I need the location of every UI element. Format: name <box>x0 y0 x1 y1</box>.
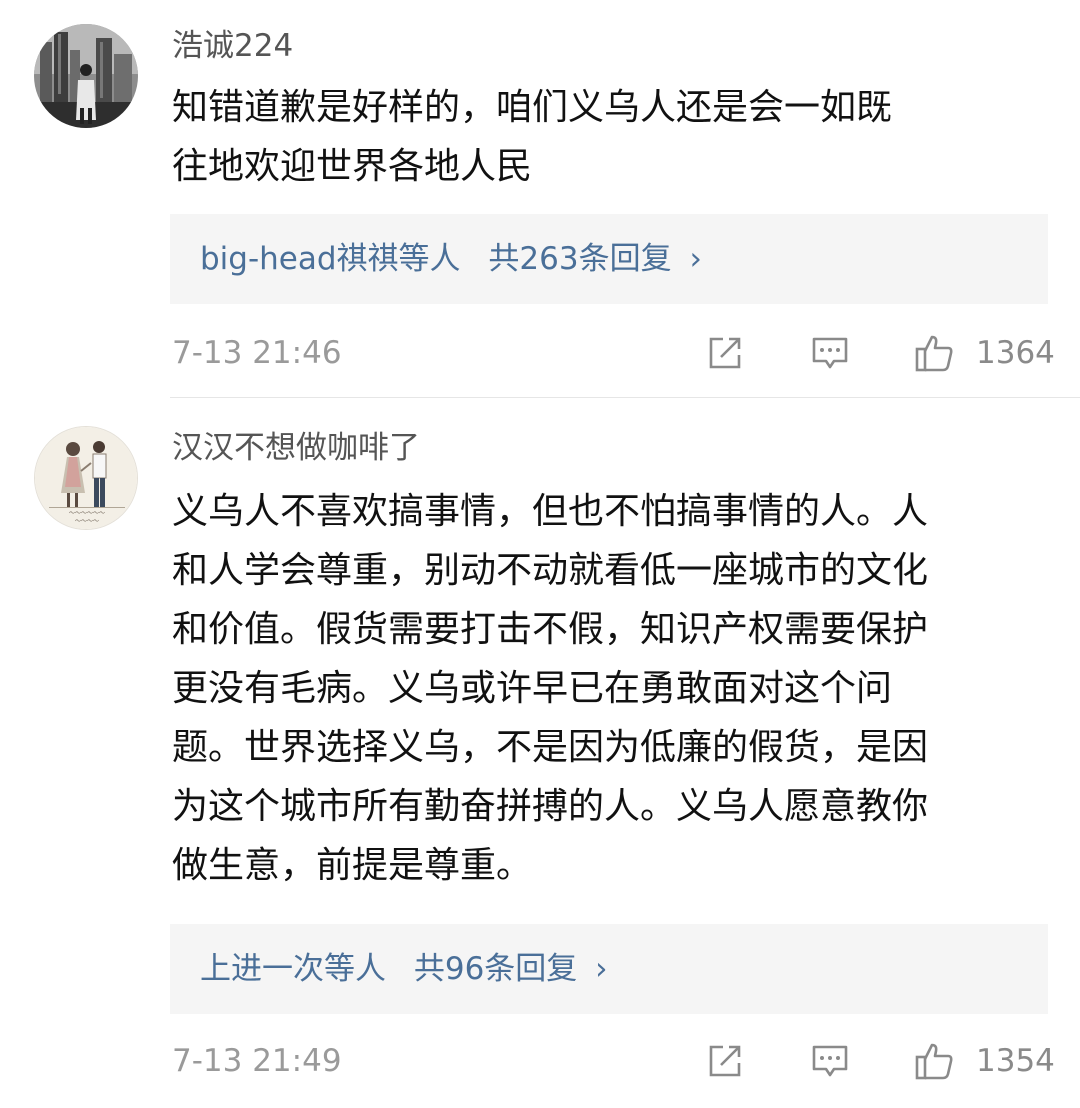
comment-item: ～～～～～～ ～～～～ 汉汉不想做咖啡了 义乌人不喜欢搞事情，但也不怕搞事情的人… <box>0 398 1080 1108</box>
share-icon[interactable] <box>705 1041 745 1081</box>
thumbs-up-icon[interactable] <box>914 1041 954 1081</box>
avatar[interactable] <box>34 24 138 128</box>
svg-text:～～～～: ～～～～ <box>75 518 99 525</box>
username[interactable]: 浩诚224 <box>172 26 293 66</box>
timestamp: 7-13 21:46 <box>172 335 342 371</box>
chevron-right-icon: › <box>689 241 702 277</box>
comment-icon[interactable] <box>810 333 850 373</box>
reply-users: big-head祺祺等人 <box>200 241 461 277</box>
username[interactable]: 汉汉不想做咖啡了 <box>172 428 420 468</box>
thumbs-up-icon[interactable] <box>914 333 954 373</box>
replies-preview[interactable]: big-head祺祺等人 共263条回复 › <box>170 214 1048 304</box>
comment-meta: 7-13 21:46 1364 <box>170 328 1055 378</box>
svg-text:～～～～～～: ～～～～～～ <box>69 510 105 517</box>
share-icon[interactable] <box>705 333 745 373</box>
replies-link[interactable]: big-head祺祺等人 共263条回复 › <box>200 214 702 304</box>
comment-item: 浩诚224 知错道歉是好样的，咱们义乌人还是会一如既 往地欢迎世界各地人民 bi… <box>0 0 1080 398</box>
replies-link[interactable]: 上进一次等人 共96条回复 › <box>200 924 608 1014</box>
reply-users: 上进一次等人 <box>200 951 386 987</box>
reply-count: 共96条回复 <box>413 951 578 987</box>
like-count: 1364 <box>976 335 1055 371</box>
like-count: 1354 <box>976 1043 1055 1079</box>
comment-text: 义乌人不喜欢搞事情，但也不怕搞事情的人。人 和人学会尊重，别动不动就看低一座城市… <box>172 491 929 886</box>
reply-count: 共263条回复 <box>488 241 672 277</box>
comment-text: 知错道歉是好样的，咱们义乌人还是会一如既 往地欢迎世界各地人民 <box>172 87 893 187</box>
timestamp: 7-13 21:49 <box>172 1043 342 1079</box>
city-photo-avatar-icon <box>34 24 138 128</box>
comment-icon[interactable] <box>810 1041 850 1081</box>
chevron-right-icon: › <box>595 951 608 987</box>
illustrated-couple-avatar-icon: ～～～～～～ ～～～～ <box>35 427 137 529</box>
avatar[interactable]: ～～～～～～ ～～～～ <box>34 426 138 530</box>
comment-meta: 7-13 21:49 1354 <box>170 1036 1055 1086</box>
replies-preview[interactable]: 上进一次等人 共96条回复 › <box>170 924 1048 1014</box>
